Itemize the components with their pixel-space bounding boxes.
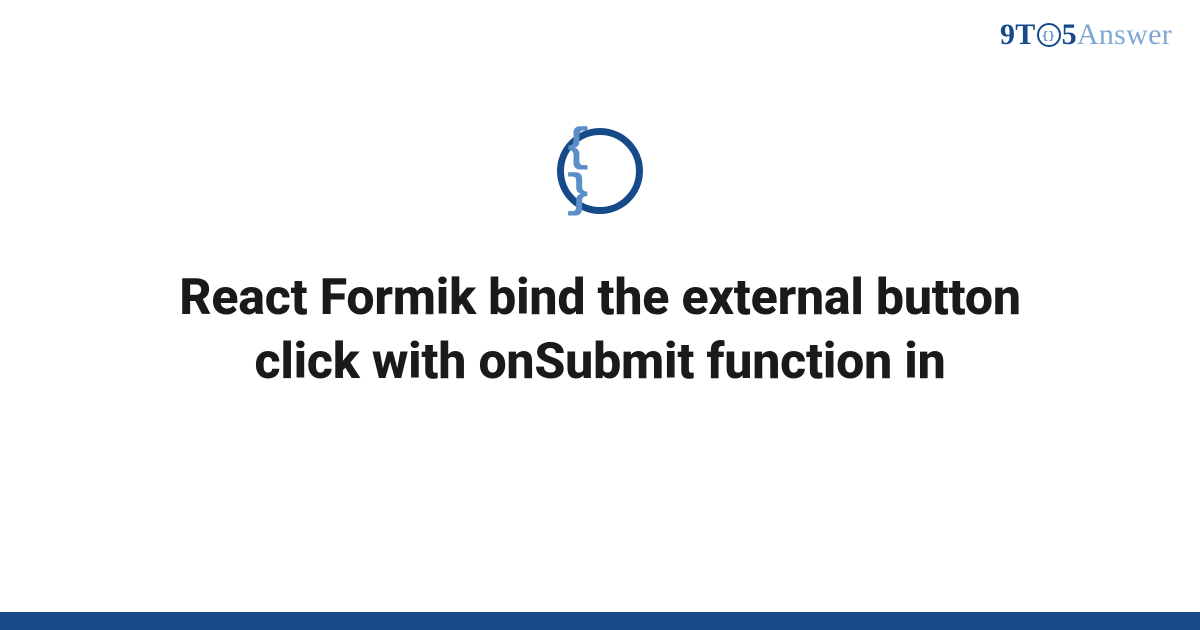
main-content: { } React Formik bind the external butto… — [0, 0, 1200, 394]
code-braces-icon: { } — [564, 125, 636, 217]
category-icon-ring: { } — [557, 128, 643, 214]
footer-accent-bar — [0, 612, 1200, 630]
page-title: React Formik bind the external button cl… — [140, 266, 1060, 394]
